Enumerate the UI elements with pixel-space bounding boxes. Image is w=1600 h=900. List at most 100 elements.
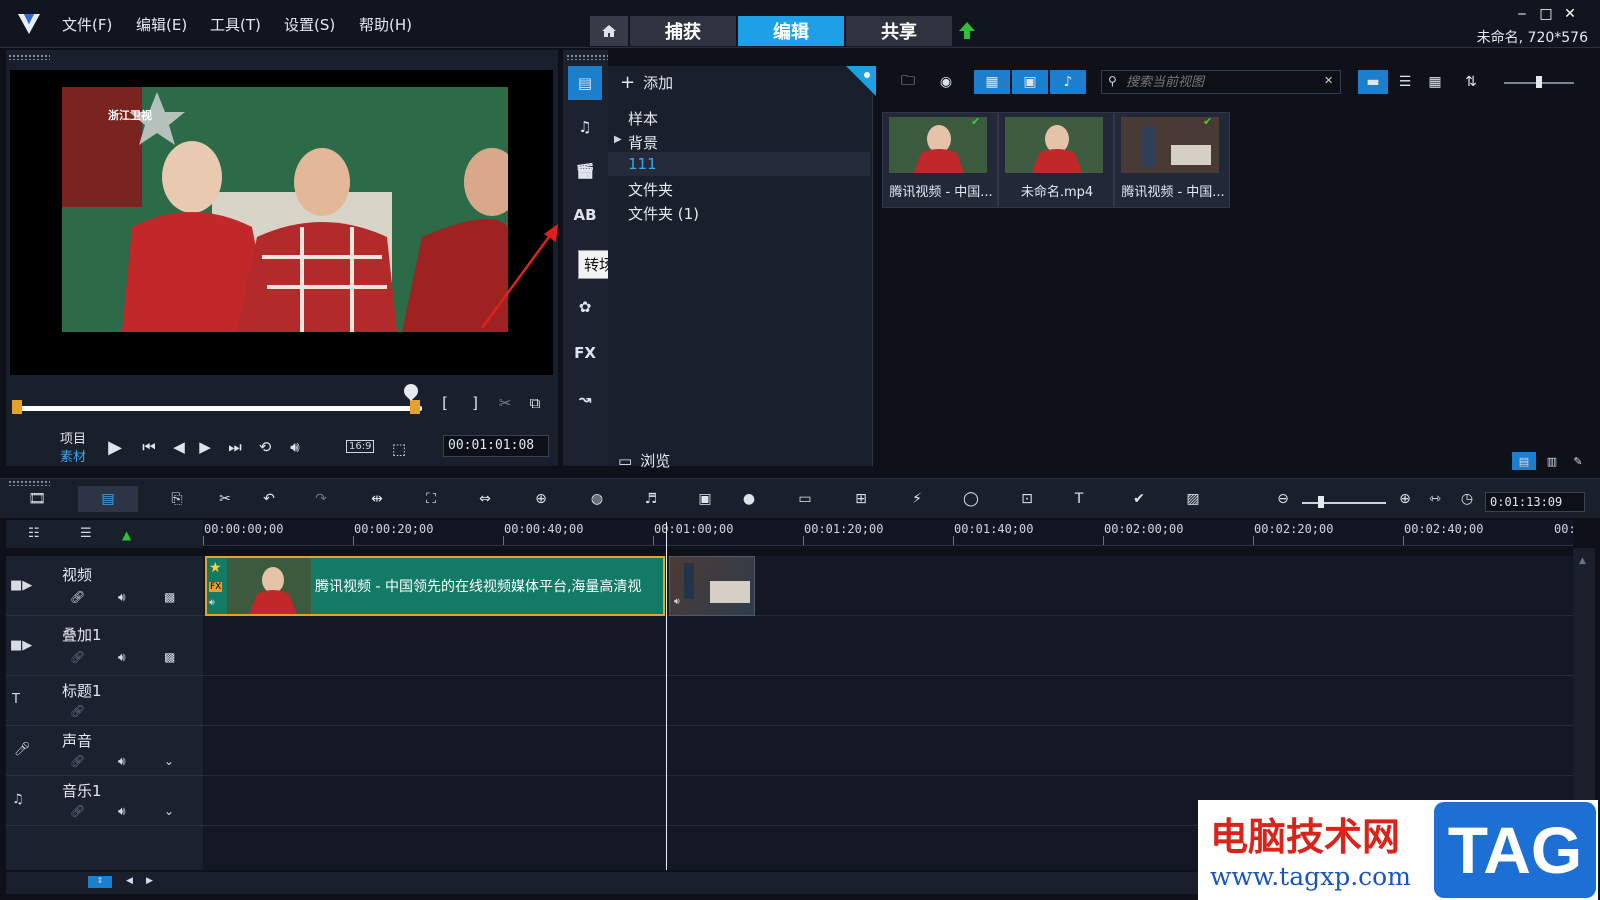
render-icon[interactable]: ▨: [1178, 486, 1208, 512]
fit-project-icon[interactable]: ⇿: [1420, 486, 1450, 512]
motion-tracking-icon[interactable]: ▣: [690, 486, 720, 512]
track-height-icon[interactable]: ⇕: [88, 876, 112, 888]
panel-grip[interactable]: [566, 54, 608, 60]
chevron-down-icon[interactable]: ⌄: [164, 754, 174, 768]
next-frame-icon[interactable]: ▶: [192, 434, 218, 460]
color-icon[interactable]: ●: [734, 486, 764, 512]
folder-item[interactable]: 背景: [628, 132, 658, 153]
track-header-music[interactable]: ♫ 音乐1 🔗︎ 🔊︎ ⌄: [6, 776, 203, 826]
view-list-icon[interactable]: ☰: [1390, 70, 1420, 94]
view-grid-icon[interactable]: ▦: [1420, 70, 1450, 94]
copy-attributes-icon[interactable]: ⎘: [162, 486, 192, 512]
clear-search-icon[interactable]: ✕: [1324, 74, 1333, 87]
fit-timeline-icon[interactable]: ⇹: [362, 486, 392, 512]
track-header-title[interactable]: T 标题1 🔗︎: [6, 676, 203, 726]
ripple-icon[interactable]: ⊕: [526, 486, 556, 512]
track-lane-title[interactable]: [203, 676, 1573, 726]
grid-icon[interactable]: ▩: [164, 650, 175, 664]
thumbnail-size-handle[interactable]: [1536, 76, 1542, 88]
folder-item[interactable]: 文件夹 (1): [628, 203, 699, 224]
upload-icon[interactable]: [956, 20, 978, 42]
video-clip[interactable]: 🔊︎: [669, 556, 755, 616]
show-video-icon[interactable]: ▦: [974, 70, 1010, 94]
zoom-slider[interactable]: [1302, 502, 1386, 504]
scroll-up-icon[interactable]: ▲: [1579, 556, 1586, 566]
track-header-voice[interactable]: 🎤︎ 声音 🔗︎ 🔊︎ ⌄: [6, 726, 203, 776]
link-icon[interactable]: 🔗︎: [70, 590, 85, 604]
transition-icon[interactable]: AB: [568, 198, 602, 232]
media-thumbnail[interactable]: 未命名.mp4: [998, 112, 1114, 208]
template-icon[interactable]: 🎬︎: [568, 154, 602, 188]
track-header-video[interactable]: ■▶ 视频 🔗︎ 🔊︎ ▩: [6, 556, 203, 616]
multi-camera-icon[interactable]: ⊞: [846, 486, 876, 512]
folder-item[interactable]: 文件夹: [628, 179, 673, 200]
grid-icon[interactable]: ▩: [164, 590, 175, 604]
redo-icon[interactable]: ↷: [306, 486, 336, 512]
tab-share[interactable]: 共享: [846, 16, 952, 46]
go-end-icon[interactable]: ⏭: [222, 434, 248, 460]
video-clip[interactable]: ★ FX 🔊︎ 腾讯视频 - 中国领先的在线视频媒体平台,海量高清视: [205, 556, 665, 616]
panel-grip[interactable]: [8, 54, 50, 60]
expand-icon[interactable]: ▶: [614, 134, 622, 145]
scroll-left-icon[interactable]: ◀: [126, 876, 133, 886]
link-icon[interactable]: 🔗︎: [70, 704, 85, 718]
timeline-view-icon[interactable]: ▤: [78, 486, 138, 512]
search-box[interactable]: ⚲ ✕: [1101, 70, 1341, 94]
show-photo-icon[interactable]: ▣: [1012, 70, 1048, 94]
browse-button[interactable]: ▭ 浏览: [618, 450, 670, 471]
player-timecode[interactable]: 00:01:01:08: [443, 435, 549, 457]
pin-icon[interactable]: [846, 66, 876, 96]
library-layout-icon[interactable]: ▤: [1512, 452, 1536, 470]
chevron-down-icon[interactable]: ⌄: [164, 804, 174, 818]
go-start-icon[interactable]: ⏮: [136, 434, 162, 460]
menu-tools[interactable]: 工具(T): [210, 14, 261, 35]
check-edit-icon[interactable]: ✔: [1124, 486, 1154, 512]
3d-title-icon[interactable]: T: [1064, 486, 1094, 512]
split-icon[interactable]: ⇔: [470, 486, 500, 512]
tab-edit[interactable]: 编辑: [738, 16, 844, 46]
mask-icon[interactable]: ◯: [956, 486, 986, 512]
folder-item-selected[interactable]: 111: [628, 155, 657, 173]
path-icon[interactable]: ↝: [568, 382, 602, 416]
add-folder-button[interactable]: + 添加: [620, 72, 673, 93]
track-manager-icon[interactable]: ☷: [28, 526, 40, 541]
search-input[interactable]: [1126, 73, 1316, 91]
aspect-ratio-button[interactable]: 16:9: [346, 440, 375, 453]
undo-icon[interactable]: ↶: [254, 486, 284, 512]
chapter-icon[interactable]: ▲: [122, 528, 131, 542]
track-volume-icon[interactable]: 🔊︎: [118, 650, 126, 665]
media-thumbnail[interactable]: 腾讯视频 - 中国... ✔: [882, 112, 998, 208]
sort-icon[interactable]: ⇅: [1456, 70, 1486, 94]
capture-icon[interactable]: ◉: [928, 70, 964, 94]
enlarge-preview-icon[interactable]: ⧉: [522, 390, 548, 416]
fit-window-icon[interactable]: ⛶: [416, 486, 446, 512]
maximize-icon[interactable]: □: [1538, 6, 1554, 22]
track-header-overlay[interactable]: ■▶ 叠加1 🔗︎ 🔊︎ ▩: [6, 616, 203, 676]
mode-clip-label[interactable]: 素材: [60, 446, 86, 465]
mark-in-button[interactable]: [: [432, 390, 458, 416]
timeline-timecode[interactable]: 0:01:13:09: [1485, 492, 1585, 512]
zoom-out-icon[interactable]: ⊖: [1268, 486, 1298, 512]
mark-out-button[interactable]: ]: [462, 390, 488, 416]
menu-file[interactable]: 文件(F): [62, 14, 112, 35]
import-folder-icon[interactable]: 🗀: [890, 70, 926, 94]
track-volume-icon[interactable]: 🔊︎: [118, 754, 126, 769]
link-icon[interactable]: 🔗︎: [70, 650, 85, 664]
subtitle-icon[interactable]: ▭: [790, 486, 820, 512]
menu-help[interactable]: 帮助(H): [359, 14, 412, 35]
graphics-icon[interactable]: ✿: [568, 290, 602, 324]
edit-layout-icon[interactable]: ✎: [1566, 452, 1590, 470]
scroll-right-icon[interactable]: ▶: [146, 876, 153, 886]
menu-edit[interactable]: 编辑(E): [136, 14, 187, 35]
trim-end-handle[interactable]: [410, 400, 420, 414]
show-audio-icon[interactable]: ♪: [1050, 70, 1086, 94]
link-icon[interactable]: 🔗︎: [70, 754, 85, 768]
zoom-in-icon[interactable]: ⊕: [1390, 486, 1420, 512]
media-thumbnail[interactable]: 腾讯视频 - 中国... ✔: [1114, 112, 1230, 208]
play-button[interactable]: ▶: [102, 434, 128, 460]
scrub-bar[interactable]: [16, 406, 422, 411]
track-lane-voice[interactable]: [203, 726, 1573, 776]
prev-frame-icon[interactable]: ◀: [166, 434, 192, 460]
home-button[interactable]: [590, 16, 628, 46]
pan-zoom-icon[interactable]: ⊡: [1012, 486, 1042, 512]
